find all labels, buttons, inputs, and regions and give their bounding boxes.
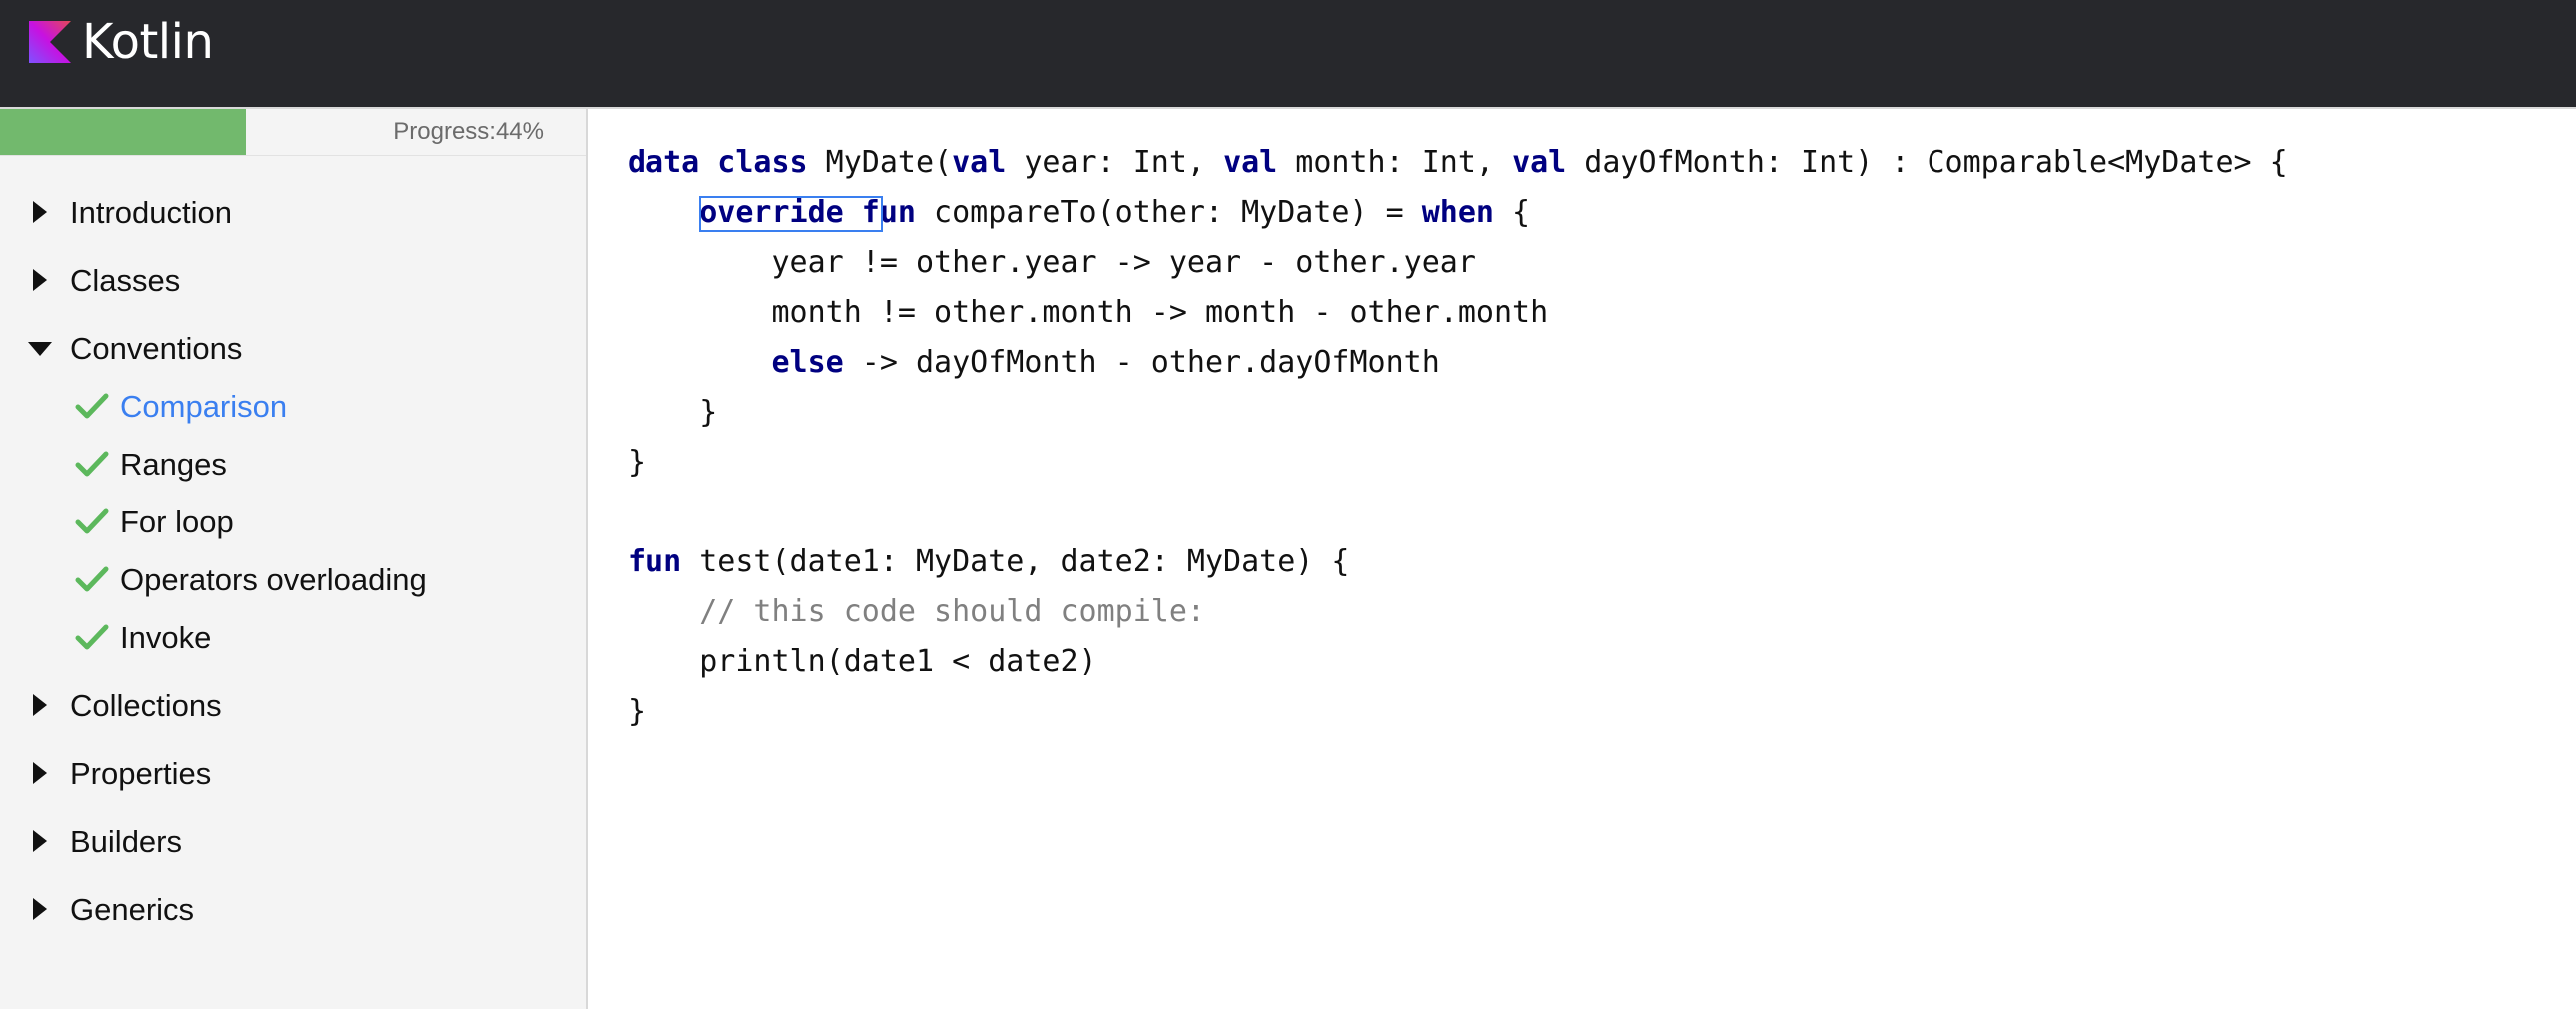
- sidebar-section-properties[interactable]: Properties: [0, 750, 586, 798]
- sidebar-section-collections[interactable]: Collections: [0, 682, 586, 730]
- code-line[interactable]: month != other.month -> month - other.mo…: [628, 288, 1548, 338]
- code-text: compareTo(other: MyDate) =: [916, 195, 1422, 230]
- code-line[interactable]: }: [628, 687, 645, 737]
- code-line[interactable]: }: [628, 388, 717, 438]
- code-text: test(date1: MyDate, date2: MyDate) {: [681, 544, 1350, 579]
- code-keyword: when: [1421, 195, 1494, 230]
- kotlin-logo-icon[interactable]: [29, 21, 71, 63]
- sidebar: Progress:44% Introduction Classes Conventi…: [0, 109, 588, 1009]
- code-text: -> dayOfMonth - other.dayOfMonth: [843, 345, 1440, 380]
- progress-bar: Progress:44%: [0, 109, 586, 156]
- sidebar-item-label: Comparison: [120, 389, 288, 424]
- code-text: {: [1493, 195, 1531, 230]
- caret-right-icon[interactable]: [33, 269, 47, 291]
- sidebar-item-label: Invoke: [120, 620, 212, 655]
- sidebar-section-label: Collections: [70, 688, 222, 723]
- sidebar-item-for-loop[interactable]: For loop: [0, 499, 586, 546]
- sidebar-item-label: Ranges: [120, 447, 227, 482]
- code-text: year != other.year -> year - other.year: [628, 245, 1476, 280]
- sidebar-section-label: Generics: [70, 892, 195, 927]
- sidebar-section-classes[interactable]: Classes: [0, 257, 586, 305]
- code-comment: // this code should compile:: [699, 594, 1205, 629]
- sidebar-item-ranges[interactable]: Ranges: [0, 441, 586, 489]
- code-line[interactable]: data class MyDate(val year: Int, val mon…: [628, 138, 2288, 188]
- checkmark-icon: [75, 624, 109, 650]
- code-text: month: Int,: [1277, 145, 1513, 180]
- sidebar-section-builders[interactable]: Builders: [0, 818, 586, 866]
- sidebar-item-label: For loop: [120, 504, 234, 539]
- code-text: dayOfMonth: Int) : Comparable<MyDate> {: [1566, 145, 2288, 180]
- code-keyword: fun: [628, 544, 682, 579]
- progress-fill: [0, 109, 247, 155]
- progress-percent: 44%: [495, 118, 544, 145]
- code-text: println(date1 < date2): [628, 644, 1097, 679]
- progress-label: Progress:: [393, 118, 496, 145]
- code-keyword: val: [1223, 145, 1278, 180]
- sidebar-item-operators-overloading[interactable]: Operators overloading: [0, 556, 586, 604]
- code-text: }: [628, 445, 646, 480]
- progress-text: Progress:44%: [393, 109, 544, 155]
- sidebar-section-conventions[interactable]: Conventions: [0, 325, 586, 373]
- sidebar-section-label: Introduction: [70, 195, 232, 230]
- code-line[interactable]: year != other.year -> year - other.year: [628, 238, 1476, 288]
- sidebar-section-label: Properties: [70, 756, 212, 791]
- caret-right-icon[interactable]: [33, 694, 47, 716]
- code-keyword: data class: [628, 145, 808, 180]
- caret-right-icon[interactable]: [33, 898, 47, 920]
- checkmark-icon: [75, 508, 109, 534]
- code-keyword: override fun: [699, 195, 916, 230]
- code-keyword: else: [771, 345, 844, 380]
- code-line[interactable]: override fun compareTo(other: MyDate) = …: [628, 188, 1530, 238]
- code-text: year: Int,: [1006, 145, 1224, 180]
- sidebar-section-label: Conventions: [70, 331, 243, 366]
- caret-right-icon[interactable]: [33, 762, 47, 784]
- code-text: }: [628, 694, 646, 729]
- sidebar-section-introduction[interactable]: Introduction: [0, 189, 586, 237]
- top-header: Kotlin: [0, 0, 2576, 107]
- logo-text[interactable]: Kotlin: [82, 10, 214, 74]
- code-keyword: val: [952, 145, 1007, 180]
- checkmark-icon: [75, 566, 109, 592]
- sidebar-section-label: Builders: [70, 824, 182, 859]
- code-line[interactable]: // this code should compile:: [628, 587, 1205, 637]
- caret-right-icon[interactable]: [33, 201, 47, 223]
- sidebar-section-generics[interactable]: Generics: [0, 886, 586, 934]
- sidebar-item-comparison[interactable]: Comparison: [0, 383, 586, 431]
- code-line[interactable]: println(date1 < date2): [628, 637, 1097, 687]
- code-keyword: val: [1512, 145, 1567, 180]
- code-text: month != other.month -> month - other.mo…: [628, 295, 1549, 330]
- code-line[interactable]: else -> dayOfMonth - other.dayOfMonth: [628, 338, 1440, 388]
- checkmark-icon: [75, 451, 109, 477]
- sidebar-section-label: Classes: [70, 263, 181, 298]
- sidebar-item-label: Operators overloading: [120, 562, 427, 597]
- code-line[interactable]: }: [628, 438, 645, 488]
- checkmark-icon: [75, 393, 109, 419]
- caret-right-icon[interactable]: [33, 830, 47, 852]
- code-line[interactable]: fun test(date1: MyDate, date2: MyDate) {: [628, 537, 1349, 587]
- sidebar-item-invoke[interactable]: Invoke: [0, 614, 586, 662]
- caret-down-icon[interactable]: [28, 342, 52, 356]
- code-text: MyDate(: [807, 145, 953, 180]
- code-text: }: [628, 395, 718, 430]
